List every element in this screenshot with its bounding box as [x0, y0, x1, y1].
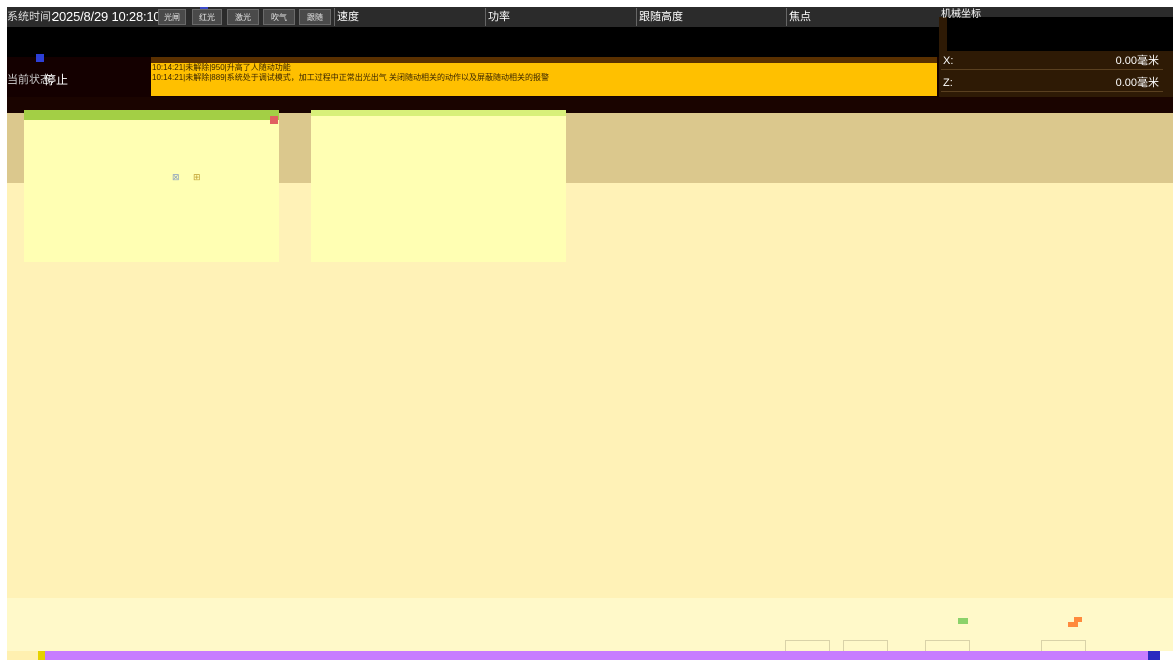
red-light-toggle-button[interactable]: 红光	[192, 9, 222, 25]
grid-icon: ⊞	[193, 172, 201, 182]
z-axis-value: 0.00毫米	[1115, 77, 1159, 89]
layer-icon: ⊠	[172, 172, 180, 182]
bottom-left-marker	[38, 651, 45, 660]
status-value: 停止	[44, 73, 69, 87]
orange-block-icon	[1068, 616, 1082, 628]
follow-toggle-button[interactable]: 跟随	[299, 9, 331, 25]
indicator-icon	[36, 54, 44, 62]
follow-height-column-header: 跟随高度	[636, 8, 786, 26]
x-axis-value: 0.00毫米	[1115, 55, 1159, 67]
value-row	[7, 27, 947, 57]
bottom-right-marker	[1148, 651, 1160, 660]
system-time-label: 系统时间:	[7, 11, 55, 23]
progress-bar	[45, 651, 1158, 660]
power-column-header: 功率	[485, 8, 635, 26]
focus-column-header: 焦点	[786, 8, 938, 26]
process-card-right[interactable]	[311, 110, 566, 262]
x-axis-label: X:	[943, 55, 954, 67]
green-arrow-icon	[958, 618, 968, 624]
close-icon[interactable]	[270, 116, 278, 124]
gas-toggle-button[interactable]: 吹气	[263, 9, 295, 25]
log-line: 10:14:21|未解除|889|系统处于调试模式，加工过程中正常出光出气 关闭…	[152, 73, 549, 82]
machine-coordinates-header: 机械坐标	[941, 9, 981, 20]
process-card-left[interactable]	[24, 110, 279, 262]
bottom-toolbar	[7, 598, 1173, 651]
laser-toggle-button[interactable]: 激光	[227, 9, 259, 25]
z-axis-label: Z:	[943, 77, 953, 89]
shutter-toggle-button[interactable]: 光闸	[158, 9, 186, 25]
speed-column-header: 速度	[334, 8, 484, 26]
log-line: 10:14:21|未解除|950|升高了人随动功能	[152, 63, 291, 72]
system-time-value: 2025/8/29 10:28:10	[52, 9, 161, 24]
coordinates-header-area	[947, 17, 1173, 51]
alarm-log[interactable]: 10:14:21|未解除|950|升高了人随动功能 10:14:21|未解除|8…	[151, 57, 937, 96]
